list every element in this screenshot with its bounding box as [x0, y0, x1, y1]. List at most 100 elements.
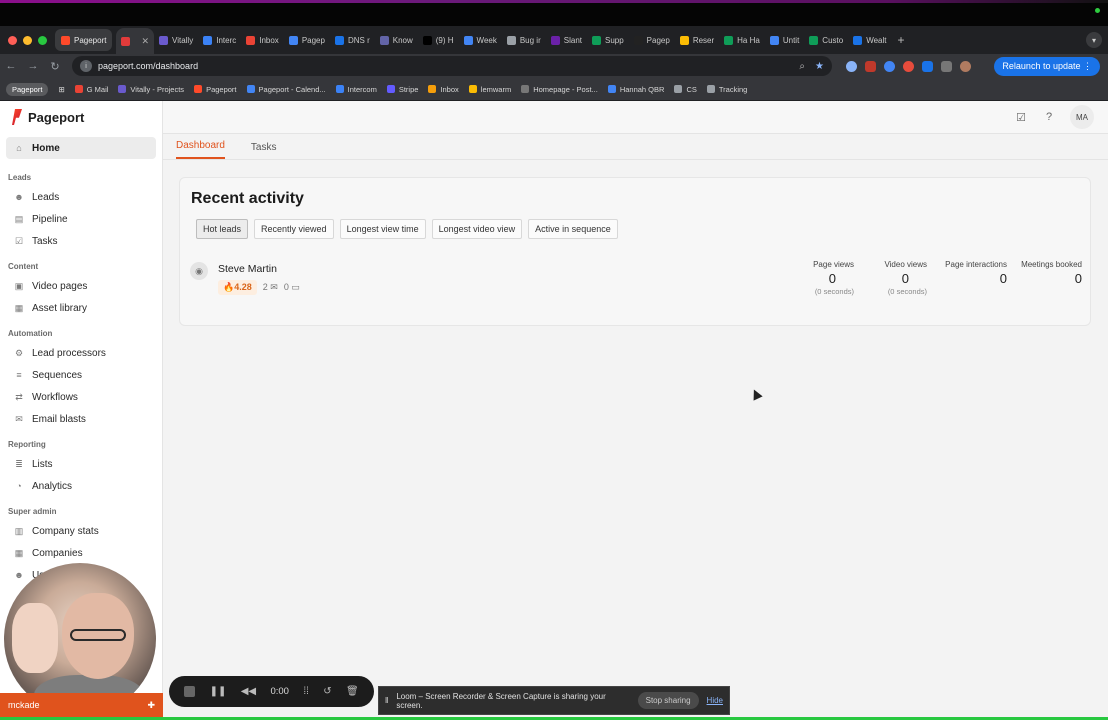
extension-icon[interactable]: [903, 60, 914, 72]
browser-tab[interactable]: Bug ir: [502, 29, 546, 51]
tab-search-icon[interactable]: ▾: [1086, 32, 1102, 48]
tab-label: Ha Ha: [737, 35, 760, 45]
browser-tab[interactable]: (9) H: [418, 29, 459, 51]
profile-chip[interactable]: Pageport: [6, 82, 49, 96]
browser-tab[interactable]: Reser: [675, 29, 719, 51]
browser-tab[interactable]: Pagep: [629, 29, 675, 51]
browser-tab[interactable]: ✕: [116, 28, 155, 54]
stop-recording-button[interactable]: [184, 686, 196, 697]
bookmark-item[interactable]: G Mail: [74, 85, 108, 94]
user-remove-icon[interactable]: ✚: [147, 700, 155, 711]
relaunch-button[interactable]: Relaunch to update ⋮: [994, 56, 1100, 76]
sidebar-item-companies[interactable]: ▦ Companies: [0, 542, 162, 564]
browser-tab[interactable]: Untit: [765, 29, 804, 51]
maximize-window-button[interactable]: [38, 35, 47, 45]
tab-favicon-icon: [809, 35, 819, 45]
sidebar-item-asset-library[interactable]: ▦ Asset library: [0, 297, 162, 319]
zoom-icon[interactable]: ⌕: [799, 61, 805, 72]
user-avatar[interactable]: MA: [1070, 105, 1094, 129]
brand-logo[interactable]: Pageport: [0, 101, 162, 133]
sidebar-item-video-pages[interactable]: ▣ Video pages: [0, 275, 162, 297]
bookmark-label: Intercom: [347, 84, 377, 94]
sidebar-item-pipeline[interactable]: ▤ Pipeline: [0, 208, 162, 230]
bookmark-item[interactable]: Stripe: [386, 85, 418, 94]
rewind-icon[interactable]: ◀◀: [241, 686, 256, 697]
checklist-icon[interactable]: ☑: [1014, 111, 1028, 124]
sidebar-item-workflows[interactable]: ⇄ Workflows: [0, 386, 162, 408]
browser-tab[interactable]: Know: [375, 29, 418, 51]
reload-icon[interactable]: ↻: [44, 60, 66, 73]
extension-icon[interactable]: [922, 60, 933, 72]
trash-icon[interactable]: 🗑: [346, 686, 359, 697]
filter-hot-leads[interactable]: Hot leads: [196, 219, 249, 239]
tab-dashboard[interactable]: Dashboard: [176, 140, 225, 159]
drag-handle-icon[interactable]: ⁞⁞: [303, 686, 309, 697]
bookmark-item[interactable]: Hannah QBR: [607, 85, 664, 94]
address-bar[interactable]: i pageport.com/dashboard ⌕ ★: [72, 56, 832, 76]
sidebar-user-bar[interactable]: mckade ✚: [0, 693, 163, 717]
puzzle-icon[interactable]: [941, 60, 952, 72]
bookmark-item[interactable]: Tracking: [706, 85, 747, 94]
stop-sharing-button[interactable]: Stop sharing: [637, 692, 699, 709]
pause-icon[interactable]: ❚❚: [210, 686, 227, 697]
browser-tab[interactable]: Wealt: [848, 29, 891, 51]
hide-button[interactable]: Hide: [707, 696, 723, 705]
lead-row[interactable]: ◉ Steve Martin 🔥4.28 2 ✉ 0 ▭ Page views 0…: [188, 260, 1084, 304]
tab-favicon-icon: [463, 35, 473, 45]
filter-longest-view-time[interactable]: Longest view time: [339, 219, 426, 239]
minimize-window-button[interactable]: [23, 35, 32, 45]
stat-duration: (0 seconds): [887, 287, 927, 296]
bookmark-item[interactable]: Inbox: [428, 85, 459, 94]
bookmark-item[interactable]: CS: [674, 85, 697, 94]
browser-tab[interactable]: Inbox: [241, 29, 284, 51]
browser-tab[interactable]: Pagep: [284, 29, 330, 51]
sidebar-item-email-blasts[interactable]: ✉ Email blasts: [0, 408, 162, 430]
bookmark-item[interactable]: Pageport: [194, 85, 237, 94]
sidebar-item-analytics[interactable]: ◔ Analytics: [0, 475, 162, 497]
bookmark-item[interactable]: Vitally - Projects: [118, 85, 184, 94]
bookmark-item[interactable]: Pageport - Calend...: [246, 85, 326, 94]
filter-recently-viewed[interactable]: Recently viewed: [254, 219, 334, 239]
sidebar-item-tasks[interactable]: ☑ Tasks: [0, 230, 162, 252]
bookmark-star-icon[interactable]: ★: [815, 61, 824, 72]
sidebar-item-lists[interactable]: ≣ Lists: [0, 453, 162, 475]
extension-icon[interactable]: [884, 60, 895, 72]
browser-tab[interactable]: Vitally: [154, 29, 198, 51]
sidebar-item-lead-processors[interactable]: ⚙ Lead processors: [0, 342, 162, 364]
browser-tab[interactable]: Interc: [198, 29, 241, 51]
filter-active-in-sequence[interactable]: Active in sequence: [528, 219, 618, 239]
browser-tab[interactable]: Pageport: [55, 29, 113, 51]
sidebar-item-home[interactable]: ⌂ Home: [6, 137, 156, 159]
bookmark-item[interactable]: Homepage - Post...: [521, 85, 598, 94]
browser-tab[interactable]: DNS r: [330, 29, 375, 51]
bookmark-item[interactable]: lemwarm: [468, 85, 511, 94]
sidebar-item-label: Pipeline: [32, 213, 68, 225]
extension-icon[interactable]: [865, 60, 876, 72]
sidebar-item-leads[interactable]: ☻ Leads: [0, 186, 162, 208]
filter-longest-video-view[interactable]: Longest video view: [431, 219, 523, 239]
lead-name[interactable]: Steve Martin: [218, 263, 277, 275]
tab-tasks[interactable]: Tasks: [251, 142, 277, 159]
bookmark-item[interactable]: Intercom: [335, 84, 377, 94]
list-icon: ≣: [15, 458, 23, 469]
browser-tab[interactable]: Week: [459, 29, 502, 51]
apps-grid-icon[interactable]: ⊞: [58, 85, 64, 94]
sidebar-item-company-stats[interactable]: ▥ Company stats: [0, 520, 162, 542]
close-window-button[interactable]: [8, 35, 17, 45]
browser-tab[interactable]: Ha Ha: [719, 29, 765, 51]
tab-label: Interc: [216, 35, 237, 45]
back-icon[interactable]: ←: [0, 60, 22, 72]
help-icon[interactable]: ?: [1042, 111, 1056, 123]
tab-close-icon[interactable]: ✕: [141, 36, 149, 47]
browser-tab[interactable]: Custo: [804, 29, 848, 51]
restart-icon[interactable]: ↺: [323, 686, 331, 697]
sidebar-item-sequences[interactable]: ≡ Sequences: [0, 364, 162, 386]
browser-tab[interactable]: Slant: [546, 29, 587, 51]
browser-tab[interactable]: Supp: [587, 29, 629, 51]
profile-avatar[interactable]: [960, 60, 971, 72]
forward-icon[interactable]: →: [22, 60, 44, 72]
site-info-icon[interactable]: i: [80, 60, 92, 72]
eye-icon[interactable]: ◉: [190, 262, 208, 280]
extension-icon[interactable]: [846, 60, 857, 72]
new-tab-button[interactable]: +: [898, 33, 905, 47]
